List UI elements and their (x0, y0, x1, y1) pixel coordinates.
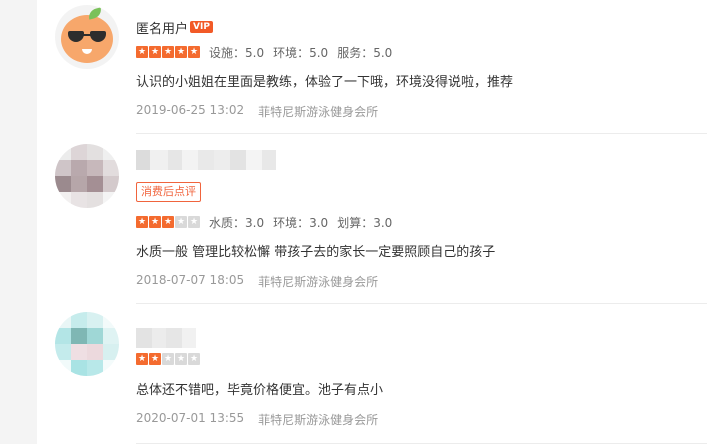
user-name-row: 匿名用户 VIP (136, 18, 213, 37)
user-name-blurred[interactable] (136, 150, 276, 170)
star-filled-icon: ★ (188, 46, 200, 58)
review-meta: 2018-07-07 18:05 菲特尼斯游泳健身会所 (136, 273, 378, 290)
star-filled-icon: ★ (149, 353, 161, 365)
user-name-blurred[interactable] (136, 328, 196, 348)
review-item: 消费后点评 ★ ★ ★ ★ ★ 水质：3.0 环境：3.0 划算：3.0 水质一般 管理… (37, 134, 707, 304)
sunglasses-icon (68, 31, 106, 43)
star-rating: ★ ★ ★ ★ ★ (136, 216, 200, 228)
review-meta: 2019-06-25 13:02 菲特尼斯游泳健身会所 (136, 103, 378, 120)
rating-row: ★ ★ ★ ★ ★ 水质：3.0 环境：3.0 划算：3.0 (136, 214, 392, 230)
rating-row: ★ ★ ★ ★ ★ 设施：5.0 环境：5.0 服务：5.0 (136, 44, 392, 60)
user-name[interactable]: 匿名用户 (136, 18, 188, 37)
star-filled-icon: ★ (149, 216, 161, 228)
score-facility: 设施：5.0 (209, 45, 265, 60)
review-list: 匿名用户 VIP ★ ★ ★ ★ ★ 设施：5.0 环境：5.0 服务：5.0 认识的小… (37, 0, 707, 444)
star-empty-icon: ★ (175, 353, 187, 365)
avatar[interactable] (55, 312, 119, 376)
avatar[interactable] (55, 144, 119, 208)
score-environment: 环境：5.0 (273, 45, 329, 60)
review-date: 2019-06-25 13:02 (136, 103, 245, 117)
score-service: 服务：5.0 (337, 45, 393, 60)
star-filled-icon: ★ (175, 46, 187, 58)
score-water: 水质：3.0 (209, 215, 265, 230)
score-value: 划算：3.0 (337, 215, 393, 230)
rating-row: ★ ★ ★ ★ ★ (136, 351, 200, 367)
shop-link[interactable]: 菲特尼斯游泳健身会所 (258, 103, 378, 120)
review-content: 水质一般 管理比较松懈 带孩子去的家长一定要照顾自己的孩子 (136, 245, 496, 260)
review-content: 总体还不错吧，毕竟价格便宜。池子有点小 (136, 383, 384, 398)
review-meta: 2020-07-01 13:55 菲特尼斯游泳健身会所 (136, 411, 378, 428)
review-item: ★ ★ ★ ★ ★ 总体还不错吧，毕竟价格便宜。池子有点小 2020-07-01 13:… (37, 304, 707, 444)
star-rating: ★ ★ ★ ★ ★ (136, 353, 200, 365)
star-empty-icon: ★ (188, 353, 200, 365)
score-environment: 环境：3.0 (273, 215, 329, 230)
star-empty-icon: ★ (162, 353, 174, 365)
sub-scores: 设施：5.0 环境：5.0 服务：5.0 (209, 44, 392, 61)
star-filled-icon: ★ (162, 216, 174, 228)
shop-link[interactable]: 菲特尼斯游泳健身会所 (258, 411, 378, 428)
star-filled-icon: ★ (149, 46, 161, 58)
star-rating: ★ ★ ★ ★ ★ (136, 46, 200, 58)
star-filled-icon: ★ (162, 46, 174, 58)
star-filled-icon: ★ (136, 353, 148, 365)
consumed-review-badge: 消费后点评 (136, 182, 201, 202)
review-item: 匿名用户 VIP ★ ★ ★ ★ ★ 设施：5.0 环境：5.0 服务：5.0 认识的小… (37, 0, 707, 134)
star-filled-icon: ★ (136, 46, 148, 58)
review-date: 2020-07-01 13:55 (136, 411, 245, 425)
shop-link[interactable]: 菲特尼斯游泳健身会所 (258, 273, 378, 290)
sub-scores: 水质：3.0 环境：3.0 划算：3.0 (209, 214, 392, 231)
star-filled-icon: ★ (136, 216, 148, 228)
vip-badge: VIP (190, 21, 213, 33)
review-content: 认识的小姐姐在里面是教练，体验了一下哦，环境没得说啦，推荐 (136, 75, 514, 90)
star-empty-icon: ★ (188, 216, 200, 228)
review-date: 2018-07-07 18:05 (136, 273, 245, 287)
star-empty-icon: ★ (175, 216, 187, 228)
avatar[interactable] (55, 5, 119, 69)
